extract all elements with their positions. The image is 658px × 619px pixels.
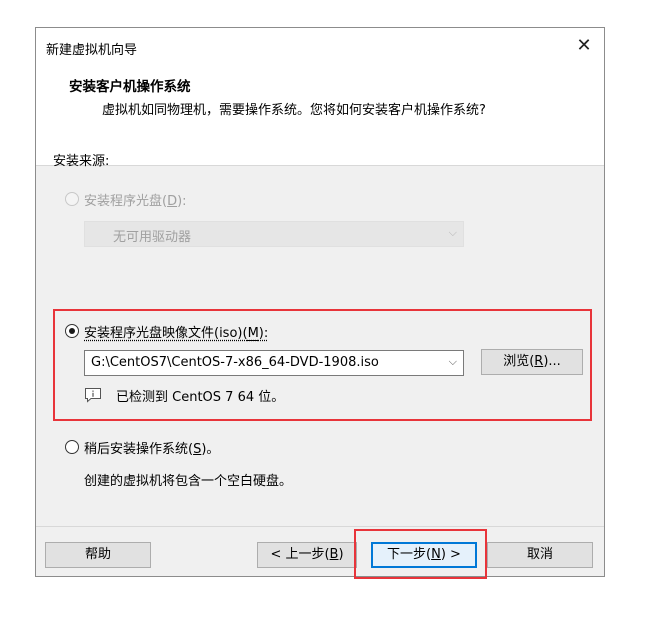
chevron-down-icon[interactable]: ⌵ [449,355,457,369]
back-button[interactable]: < 上一步(B) [257,542,357,568]
page-subtitle: 虚拟机如同物理机，需要操作系统。您将如何安装客户机操作系统? [102,103,486,118]
iso-path-value: G:\CentOS7\CentOS-7-x86_64-DVD-1908.iso [91,355,379,370]
iso-path-input[interactable]: G:\CentOS7\CentOS-7-x86_64-DVD-1908.iso … [84,350,464,376]
footer-divider [36,526,604,527]
option-install-iso-label: 安装程序光盘映像文件(iso)(M): [84,326,269,341]
help-button[interactable]: 帮助 [45,542,151,568]
browse-button[interactable]: 浏览(R)... [481,349,583,375]
window-title: 新建虚拟机向导 [46,43,138,58]
wizard-header: 安装客户机操作系统 虚拟机如同物理机，需要操作系统。您将如何安装客户机操作系统? [36,66,604,166]
next-button[interactable]: 下一步(N) > [371,542,477,568]
chevron-down-icon: ⌵ [448,226,457,239]
install-later-description: 创建的虚拟机将包含一个空白硬盘。 [84,474,293,489]
cancel-button[interactable]: 取消 [487,542,593,568]
radio-install-iso[interactable] [65,324,79,338]
drive-select-value: 无可用驱动器 [113,230,192,245]
option-install-later-label: 稍后安装操作系统(S)。 [84,442,220,457]
new-vm-wizard-dialog: 新建虚拟机向导 ✕ 安装客户机操作系统 虚拟机如同物理机，需要操作系统。您将如何… [35,27,605,577]
title-bar: 新建虚拟机向导 ✕ [36,28,604,66]
close-icon[interactable]: ✕ [574,36,594,56]
detected-os-text: 已检测到 CentOS 7 64 位。 [116,390,285,405]
install-source-label: 安装来源: [53,154,110,169]
info-comment-icon [85,388,101,403]
radio-install-disc[interactable] [65,192,79,206]
page-title: 安装客户机操作系统 [69,79,191,95]
drive-select[interactable]: 无可用驱动器 ⌵ [84,221,464,247]
radio-install-later[interactable] [65,440,79,454]
option-install-disc-label: 安装程序光盘(D): [84,194,187,209]
